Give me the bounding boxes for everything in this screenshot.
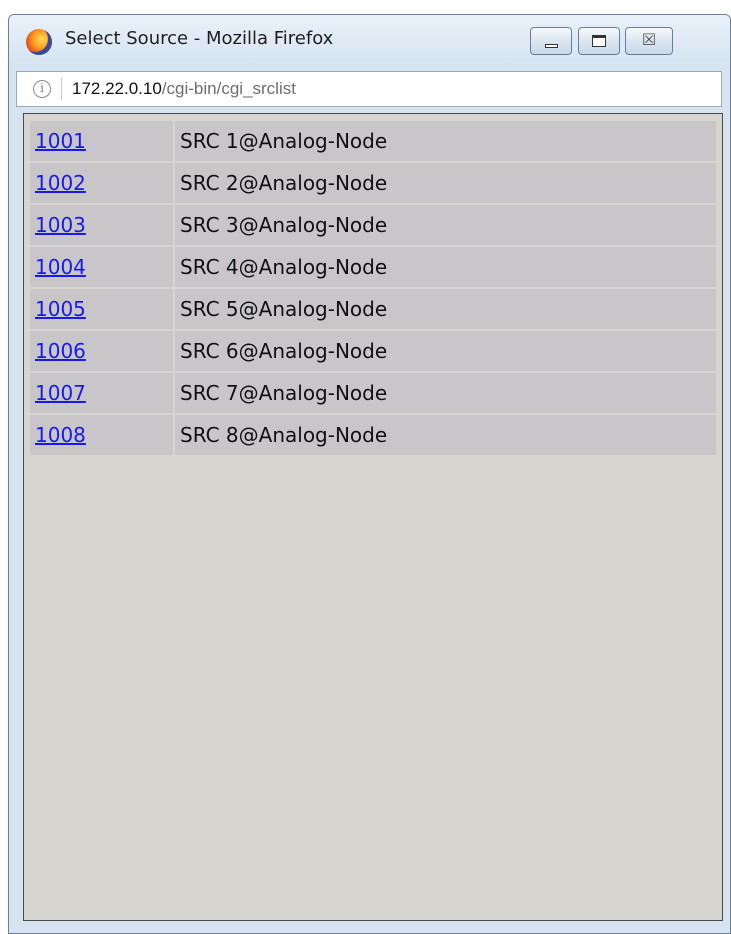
url-host: 172.22.0.10 — [72, 79, 162, 98]
page-content: 1001 SRC 1@Analog-Node 1002 SRC 2@Analog… — [23, 113, 723, 921]
source-id-cell: 1005 — [30, 289, 173, 329]
source-id-cell: 1003 — [30, 205, 173, 245]
url-path: /cgi-bin/cgi_srclist — [161, 79, 296, 98]
url-text[interactable]: 172.22.0.10/cgi-bin/cgi_srclist — [72, 79, 296, 99]
table-row: 1004 SRC 4@Analog-Node — [30, 247, 716, 287]
source-link[interactable]: 1007 — [35, 381, 86, 405]
table-row: 1003 SRC 3@Analog-Node — [30, 205, 716, 245]
source-name: SRC 1@Analog-Node — [180, 129, 388, 153]
source-name-cell: SRC 7@Analog-Node — [175, 373, 716, 413]
source-name-cell: SRC 2@Analog-Node — [175, 163, 716, 203]
info-icon[interactable]: i — [33, 80, 51, 98]
source-name: SRC 7@Analog-Node — [180, 381, 388, 405]
source-name: SRC 2@Analog-Node — [180, 171, 388, 195]
source-id-cell: 1007 — [30, 373, 173, 413]
table-row: 1005 SRC 5@Analog-Node — [30, 289, 716, 329]
source-id-cell: 1008 — [30, 415, 173, 455]
source-name: SRC 6@Analog-Node — [180, 339, 388, 363]
source-name-cell: SRC 4@Analog-Node — [175, 247, 716, 287]
source-name: SRC 4@Analog-Node — [180, 255, 388, 279]
browser-popup-window: Select Source - Mozilla Firefox ☒ i 172.… — [8, 14, 731, 934]
table-row: 1007 SRC 7@Analog-Node — [30, 373, 716, 413]
close-button[interactable]: ☒ — [625, 27, 673, 55]
source-name-cell: SRC 5@Analog-Node — [175, 289, 716, 329]
source-name-cell: SRC 6@Analog-Node — [175, 331, 716, 371]
source-name-cell: SRC 3@Analog-Node — [175, 205, 716, 245]
maximize-button[interactable] — [578, 27, 620, 55]
maximize-icon — [592, 35, 606, 47]
source-list-table: 1001 SRC 1@Analog-Node 1002 SRC 2@Analog… — [28, 119, 718, 457]
source-name: SRC 5@Analog-Node — [180, 297, 388, 321]
close-icon: ☒ — [641, 30, 657, 49]
source-link[interactable]: 1008 — [35, 423, 86, 447]
source-name-cell: SRC 8@Analog-Node — [175, 415, 716, 455]
minimize-icon — [545, 44, 558, 48]
url-bar[interactable]: i 172.22.0.10/cgi-bin/cgi_srclist — [16, 71, 722, 107]
firefox-logo-icon — [26, 29, 52, 55]
source-id-cell: 1006 — [30, 331, 173, 371]
source-link[interactable]: 1004 — [35, 255, 86, 279]
source-name-cell: SRC 1@Analog-Node — [175, 121, 716, 161]
source-name: SRC 3@Analog-Node — [180, 213, 388, 237]
source-link[interactable]: 1001 — [35, 129, 86, 153]
table-row: 1001 SRC 1@Analog-Node — [30, 121, 716, 161]
source-id-cell: 1001 — [30, 121, 173, 161]
window-title: Select Source - Mozilla Firefox — [65, 28, 334, 49]
source-link[interactable]: 1003 — [35, 213, 86, 237]
source-link[interactable]: 1002 — [35, 171, 86, 195]
source-id-cell: 1004 — [30, 247, 173, 287]
source-id-cell: 1002 — [30, 163, 173, 203]
source-link[interactable]: 1005 — [35, 297, 86, 321]
table-row: 1008 SRC 8@Analog-Node — [30, 415, 716, 455]
source-link[interactable]: 1006 — [35, 339, 86, 363]
table-row: 1006 SRC 6@Analog-Node — [30, 331, 716, 371]
title-bar[interactable]: Select Source - Mozilla Firefox ☒ — [9, 15, 730, 67]
url-separator — [61, 78, 62, 100]
source-name: SRC 8@Analog-Node — [180, 423, 388, 447]
table-row: 1002 SRC 2@Analog-Node — [30, 163, 716, 203]
minimize-button[interactable] — [530, 27, 572, 55]
